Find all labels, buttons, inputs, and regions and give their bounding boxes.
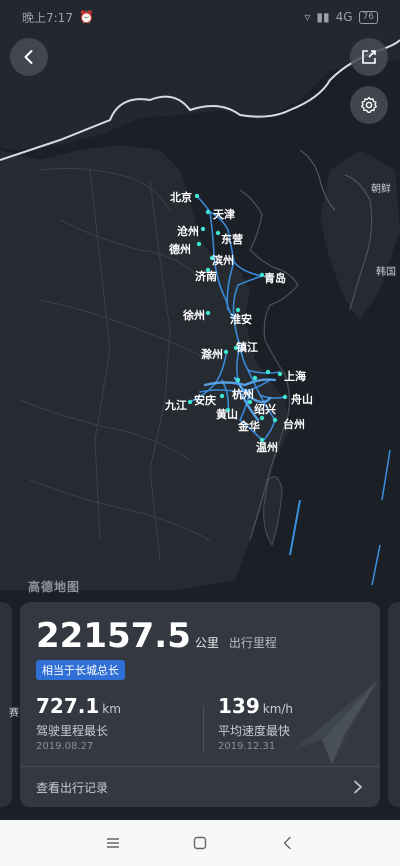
city-label-jiujiang: 九江	[165, 399, 187, 412]
city-label-huangshan: 黄山	[216, 408, 238, 421]
back-button[interactable]	[10, 38, 48, 76]
city-label-wenzhou: 温州	[256, 441, 278, 454]
city-label-jinhua: 金华	[238, 420, 260, 433]
city-label-anqing: 安庆	[194, 394, 216, 407]
city-label-huaian: 淮安	[230, 313, 252, 326]
gear-icon	[361, 96, 377, 113]
status-time: 晚上7:17	[22, 10, 73, 25]
view-trip-records-row[interactable]: 查看出行记录	[20, 766, 380, 807]
chevron-right-icon	[354, 780, 362, 794]
comparison-badge: 相当于长城总长	[36, 660, 125, 680]
total-distance-value: 22157.5	[36, 616, 191, 656]
map-watermark: 高德地图	[28, 580, 81, 594]
city-label-dezhou: 德州	[169, 243, 191, 256]
stat-divider	[203, 706, 204, 752]
city-label-cangzhou: 沧州	[177, 225, 199, 238]
city-label-jinan: 济南	[195, 270, 217, 283]
city-label-chuzhou: 滁州	[201, 348, 223, 361]
home-nav-button[interactable]	[185, 828, 215, 858]
status-bar: 晚上7:17 ⏰ ▿ ▮▮ 4G 76	[0, 0, 400, 34]
share-button[interactable]	[350, 38, 388, 76]
alarm-icon: ⏰	[78, 10, 94, 24]
city-label-tianjin: 天津	[213, 208, 235, 221]
previous-card-text: 赛	[9, 708, 19, 719]
chevron-left-icon	[24, 50, 33, 64]
trip-summary-card: 22157.5 公里 出行里程 相当于长城总长 727.1 km 驾驶里程最长 …	[20, 602, 380, 807]
next-card[interactable]	[388, 602, 400, 807]
battery-indicator: 76	[358, 10, 378, 24]
menu-icon	[107, 838, 120, 848]
city-label-xuzhou: 徐州	[183, 309, 205, 322]
city-label-zhenjiang: 镇江	[236, 341, 258, 354]
longest-drive-stat: 727.1 km 驾驶里程最长 2019.08.27	[36, 694, 121, 752]
city-label-beijing: 北京	[170, 191, 192, 204]
fastest-speed-value: 139	[218, 694, 260, 718]
share-icon	[362, 50, 376, 64]
map-label-north-korea: 朝鲜	[371, 184, 391, 195]
menu-nav-button[interactable]	[98, 828, 128, 858]
longest-drive-date: 2019.08.27	[36, 741, 94, 752]
total-distance-unit: 公里	[194, 636, 219, 650]
longest-drive-label: 驾驶里程最长	[36, 724, 109, 738]
longest-drive-value: 727.1	[36, 694, 100, 718]
fastest-speed-stat: 139 km/h 平均速度最快 2019.12.31	[218, 694, 293, 752]
signal-icon: ▮▮	[316, 10, 330, 24]
network-label: 4G	[335, 10, 353, 24]
city-label-shaoxing: 绍兴	[254, 403, 276, 416]
settings-button[interactable]	[350, 86, 388, 124]
city-label-binzhou: 滨州	[212, 254, 234, 267]
home-square-icon	[193, 836, 207, 850]
back-triangle-icon	[283, 836, 291, 850]
city-label-shanghai: 上海	[284, 370, 306, 383]
city-label-dongying: 东营	[221, 233, 243, 246]
city-label-taizhou: 台州	[283, 418, 305, 431]
back-nav-button[interactable]	[272, 828, 302, 858]
fastest-speed-date: 2019.12.31	[218, 741, 276, 752]
city-label-hangzhou: 杭州	[232, 388, 254, 401]
city-label-qingdao: 青岛	[264, 272, 286, 285]
wifi-icon: ▿	[304, 10, 311, 24]
total-distance-label: 出行里程	[228, 636, 277, 650]
city-label-zhoushan: 舟山	[291, 393, 313, 406]
previous-card[interactable]: 赛	[0, 602, 19, 807]
total-distance: 22157.5 公里 出行里程	[36, 616, 277, 656]
system-navigation-bar	[0, 820, 400, 866]
paper-plane-icon	[296, 680, 378, 764]
longest-drive-unit: km	[102, 702, 121, 716]
map-label-south-korea: 韩国	[376, 267, 396, 278]
fastest-speed-label: 平均速度最快	[218, 724, 291, 738]
fastest-speed-unit: km/h	[262, 702, 294, 716]
view-trip-records-label: 查看出行记录	[36, 780, 109, 795]
